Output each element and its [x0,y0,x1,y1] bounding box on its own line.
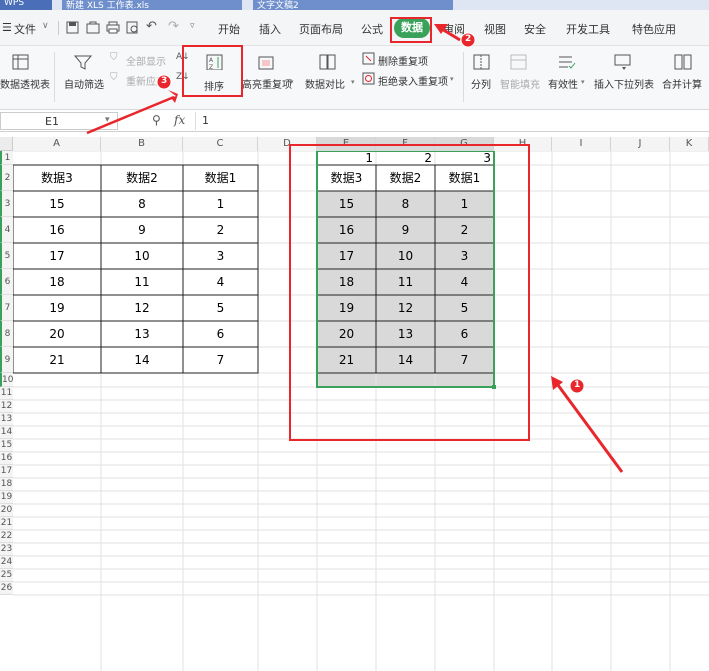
highlight-box-data-tab [390,17,432,43]
arrow-shaft-1 [553,380,624,473]
step-badge-1-label: 1 [574,380,581,390]
step-badge-2-label: 2 [465,34,472,44]
arrow-shaft-3 [86,95,175,135]
highlight-box-sort [182,45,243,97]
step-badge-3-label: 3 [161,76,168,86]
highlight-box-selection [289,144,530,441]
annotation-overlay [86,17,624,473]
